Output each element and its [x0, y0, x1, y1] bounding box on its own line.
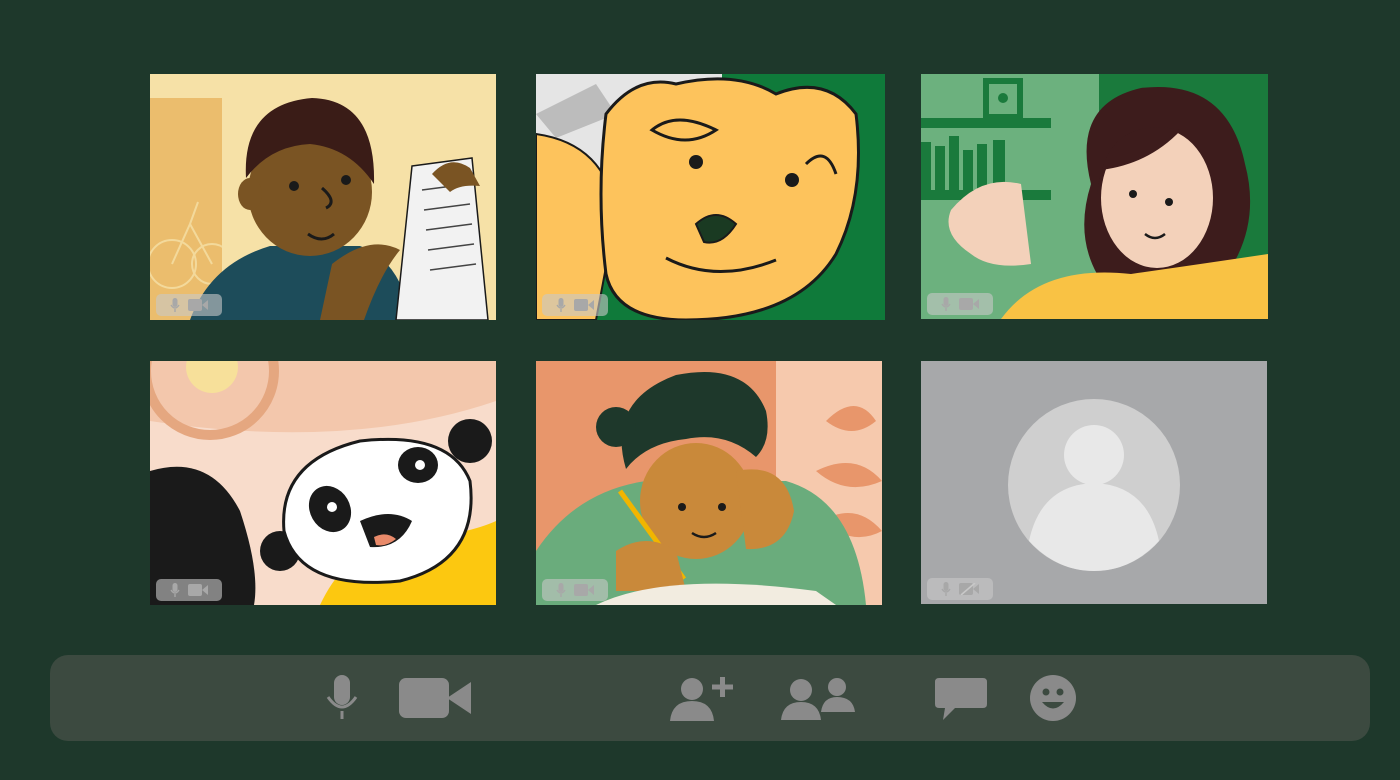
participants-button[interactable] — [780, 655, 856, 741]
video-tile-3[interactable] — [921, 74, 1268, 319]
video-tile-4[interactable] — [150, 361, 496, 605]
microphone-icon — [941, 297, 951, 311]
participant-video-woman-waving — [921, 74, 1268, 319]
participant-video-panda — [150, 361, 496, 605]
microphone-icon — [556, 298, 566, 312]
video-camera-icon — [574, 584, 594, 596]
tile-status-bar — [156, 579, 222, 601]
video-tile-1[interactable] — [150, 74, 496, 320]
participant-video-bear — [536, 74, 885, 320]
video-camera-off-icon — [959, 583, 979, 595]
emoji-smile-icon — [1030, 675, 1076, 721]
video-camera-icon — [574, 299, 594, 311]
participant-video-person-writing — [536, 361, 882, 605]
participants-icon — [781, 678, 855, 720]
participant-video-person-with-paper — [150, 74, 496, 320]
microphone-icon — [170, 583, 180, 597]
chat-bubble-icon — [935, 678, 987, 720]
tile-status-bar — [927, 578, 993, 600]
tile-status-bar — [156, 294, 222, 316]
microphone-icon — [556, 583, 566, 597]
call-controls-toolbar — [50, 655, 1370, 741]
video-tile-6[interactable] — [921, 361, 1267, 604]
tile-status-bar — [542, 579, 608, 601]
video-camera-icon — [188, 299, 208, 311]
microphone-icon — [941, 582, 951, 596]
participant-avatar-placeholder — [921, 361, 1267, 604]
video-camera-icon — [399, 678, 471, 718]
video-tile-5[interactable] — [536, 361, 882, 605]
chat-button[interactable] — [934, 655, 988, 741]
tile-status-bar — [927, 293, 993, 315]
video-camera-icon — [188, 584, 208, 596]
toggle-camera-button[interactable] — [398, 655, 472, 741]
add-person-icon — [670, 677, 733, 721]
add-participant-button[interactable] — [668, 655, 738, 741]
microphone-icon — [170, 298, 180, 312]
microphone-icon — [326, 675, 358, 719]
video-tile-2[interactable] — [536, 74, 885, 320]
reactions-button[interactable] — [1028, 655, 1078, 741]
video-camera-icon — [959, 298, 979, 310]
mute-microphone-button[interactable] — [320, 655, 364, 741]
tile-status-bar — [542, 294, 608, 316]
